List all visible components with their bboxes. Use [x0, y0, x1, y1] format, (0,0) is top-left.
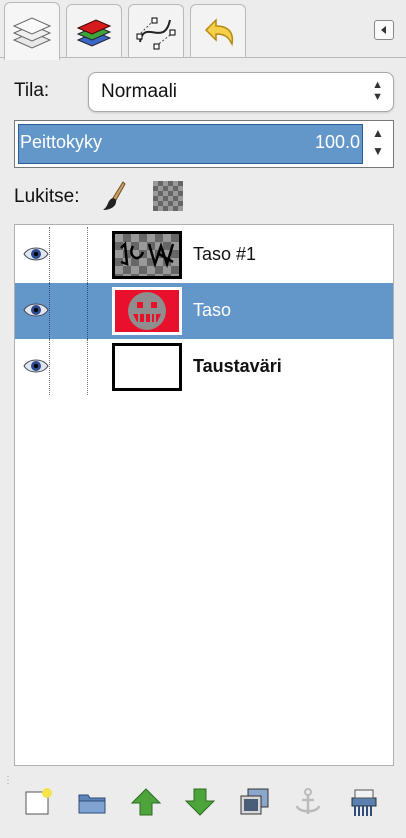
- mode-select[interactable]: Normaali ▲ ▼: [88, 72, 394, 112]
- brush-lock-icon: [103, 181, 126, 210]
- lock-alpha-button[interactable]: [150, 178, 186, 214]
- opacity-stepper[interactable]: ▲ ▼: [365, 124, 391, 164]
- layer-thumbnail: [112, 231, 182, 279]
- new-layer-group-button[interactable]: [72, 782, 112, 822]
- layer-thumbnail: [112, 343, 182, 391]
- alpha-lock-icon: [153, 181, 183, 211]
- layer-group-icon: [78, 794, 106, 814]
- layer-thumbnail: [112, 287, 182, 335]
- layer-name[interactable]: Taustaväri: [193, 356, 282, 377]
- paths-icon: [136, 17, 176, 49]
- undo-history-icon: [204, 17, 234, 46]
- layer-row[interactable]: Taso: [15, 283, 393, 339]
- opacity-spinscale[interactable]: Peittokyky 100.0 ▲ ▼: [14, 120, 394, 168]
- channels-icon: [76, 18, 112, 47]
- tab-paths[interactable]: [128, 4, 184, 58]
- new-layer-icon: [25, 788, 52, 815]
- chevron-up-down-icon: ▲ ▼: [372, 79, 383, 103]
- raise-layer-icon: [130, 788, 162, 816]
- visibility-toggle[interactable]: [23, 301, 49, 324]
- tab-layers[interactable]: [4, 2, 60, 60]
- layer-row[interactable]: Taso #1: [15, 227, 393, 283]
- lower-layer-button[interactable]: [180, 782, 220, 822]
- tab-undo-history[interactable]: [190, 4, 246, 58]
- eye-icon: [23, 303, 49, 317]
- tab-channels[interactable]: [66, 4, 122, 58]
- triangle-left-icon: [381, 26, 386, 34]
- eye-icon: [23, 359, 49, 373]
- visibility-toggle[interactable]: [23, 357, 49, 380]
- lock-label: Lukitse:: [14, 186, 80, 207]
- eye-icon: [23, 247, 49, 261]
- layer-row[interactable]: Taustaväri: [15, 339, 393, 395]
- mode-value: Normaali: [101, 81, 178, 102]
- visibility-toggle[interactable]: [23, 245, 49, 268]
- raise-layer-button[interactable]: [126, 782, 166, 822]
- new-layer-button[interactable]: [18, 782, 58, 822]
- opacity-value: 100.0: [314, 132, 360, 152]
- duplicate-layer-icon: [240, 788, 269, 815]
- lower-layer-icon: [184, 788, 216, 816]
- layers-list[interactable]: Taso #1 Taso Taustaväri: [14, 224, 394, 766]
- layer-name[interactable]: Taso #1: [193, 244, 256, 265]
- lock-pixels-button[interactable]: [96, 178, 132, 214]
- delete-layer-icon: [351, 789, 377, 816]
- duplicate-layer-button[interactable]: [234, 782, 274, 822]
- panel-menu-button[interactable]: [374, 20, 394, 40]
- layers-icon: [12, 16, 52, 49]
- mode-label: Tila:: [14, 80, 50, 101]
- opacity-label: Peittokyky: [20, 132, 103, 152]
- dock-tab-bar: [0, 0, 406, 60]
- anchor-icon: [295, 788, 321, 814]
- resize-grip[interactable]: ⋮: [3, 775, 14, 786]
- layers-button-bar: [14, 780, 394, 824]
- delete-layer-button[interactable]: [344, 782, 384, 822]
- anchor-layer-button[interactable]: [288, 782, 328, 822]
- layer-name[interactable]: Taso: [193, 300, 231, 321]
